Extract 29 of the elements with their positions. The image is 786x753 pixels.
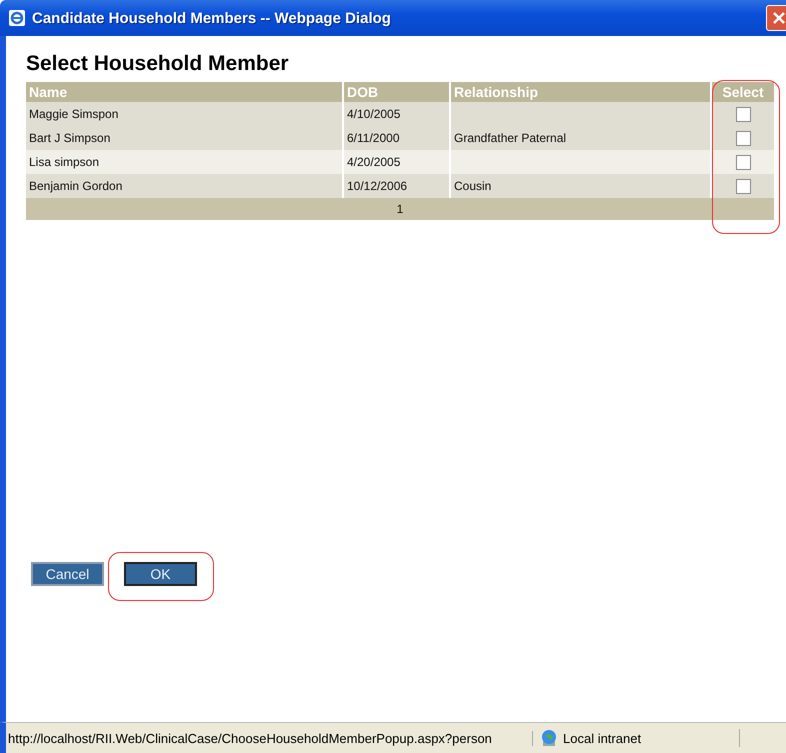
status-url: http://localhost/RII.Web/ClinicalCase/ChooseHouseholdMemberPopup.aspx?person <box>6 730 533 746</box>
page-heading: Select Household Member <box>26 52 290 76</box>
close-button[interactable] <box>766 5 786 31</box>
table-cell: Bart J Simpson <box>26 126 343 150</box>
window-title: Candidate Household Members -- Webpage Dialog <box>32 10 392 26</box>
column-header: DOB <box>343 82 450 102</box>
select-checkbox[interactable] <box>736 106 750 122</box>
table-cell: Grandfather Paternal <box>450 126 711 150</box>
column-header: Relationship <box>450 82 711 102</box>
table-cell: 6/11/2000 <box>343 126 450 150</box>
select-checkbox[interactable] <box>736 178 750 194</box>
ok-button[interactable]: OK <box>124 562 197 586</box>
globe-icon <box>539 729 559 747</box>
select-checkbox[interactable] <box>736 130 750 146</box>
cancel-button[interactable]: Cancel <box>31 562 104 586</box>
column-header: Select <box>711 82 774 102</box>
table-cell: Maggie Simspon <box>26 102 343 126</box>
close-icon[interactable] <box>772 11 786 25</box>
table-cell: 4/20/2005 <box>343 150 450 174</box>
table-cell: Lisa simpson <box>26 150 343 174</box>
browser-icon <box>8 9 26 27</box>
column-header: Name <box>26 82 343 102</box>
table-cell: Cousin <box>450 174 711 198</box>
table-cell: Benjamin Gordon <box>26 174 343 198</box>
zone-label: Local intranet <box>563 730 642 746</box>
table-cell: 10/12/2006 <box>343 174 450 198</box>
table-cell: 4/10/2005 <box>343 102 450 126</box>
select-checkbox[interactable] <box>736 154 750 170</box>
page-number[interactable]: 1 <box>26 198 774 220</box>
